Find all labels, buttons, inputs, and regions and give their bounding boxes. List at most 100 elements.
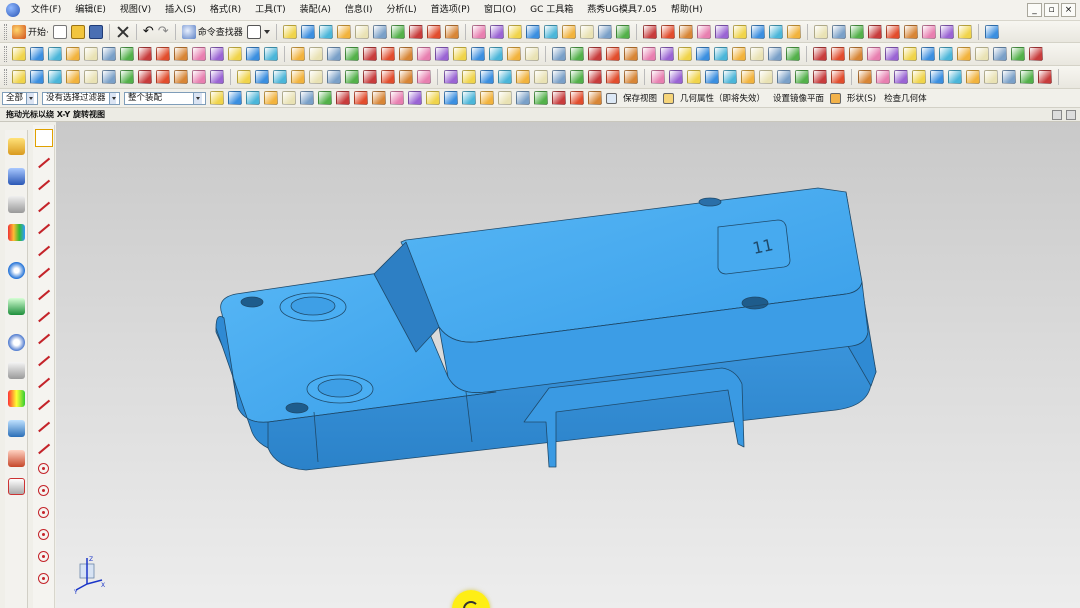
toolbar-tool-icon[interactable] — [138, 70, 152, 84]
toolbar-tool-icon[interactable] — [399, 47, 413, 61]
menu-file[interactable]: 文件(F) — [24, 0, 68, 21]
curve-tool-icon[interactable] — [37, 199, 51, 213]
toolbar-tool-icon[interactable] — [102, 70, 116, 84]
toolbar-tool-icon[interactable] — [939, 47, 953, 61]
selection-filter-select[interactable]: 没有选择过滤器 — [42, 91, 120, 105]
curve-tool-icon[interactable] — [37, 265, 51, 279]
restore-button[interactable]: ▫ — [1044, 3, 1059, 17]
toolbar-tool-icon[interactable] — [1029, 47, 1043, 61]
toolbar-tool-icon[interactable] — [489, 24, 504, 39]
toolbar-tool-icon[interactable] — [561, 24, 576, 39]
toolbar-tool-icon[interactable] — [300, 24, 315, 39]
toolbar-tool-icon[interactable] — [210, 70, 224, 84]
toolbar-tool-icon[interactable] — [363, 47, 377, 61]
toolbar-tool-icon[interactable] — [381, 47, 395, 61]
curve-tool-icon[interactable] — [37, 419, 51, 433]
toolbar-tool-icon[interactable] — [948, 70, 962, 84]
toolbar-tool-icon[interactable] — [372, 24, 387, 39]
toolbar-tool-icon[interactable] — [498, 70, 512, 84]
geometry-props-icon[interactable] — [663, 92, 675, 104]
toolbar-tool-icon[interactable] — [984, 24, 999, 39]
toolbar-tool-icon[interactable] — [579, 24, 594, 39]
toolbar-tool-icon[interactable] — [903, 47, 917, 61]
toolbar-tool-icon[interactable] — [552, 91, 566, 105]
toolbar-tool-icon[interactable] — [921, 47, 935, 61]
toolbar-tool-icon[interactable] — [669, 70, 683, 84]
toolbar-tool-icon[interactable] — [291, 47, 305, 61]
toolbar-tool-icon[interactable] — [588, 91, 602, 105]
toolbar-tool-icon[interactable] — [543, 24, 558, 39]
curve-tool-icon[interactable] — [37, 221, 51, 235]
toolbar-tool-icon[interactable] — [1002, 70, 1016, 84]
part-navigator-icon[interactable] — [8, 196, 25, 213]
toolbar-tool-icon[interactable] — [588, 47, 602, 61]
toolbar-tool-icon[interactable] — [723, 70, 737, 84]
toolbar-tool-icon[interactable] — [120, 47, 134, 61]
type-scope-select[interactable]: 全部 — [2, 91, 38, 105]
toolbar-tool-icon[interactable] — [327, 70, 341, 84]
toolbar-tool-icon[interactable] — [894, 70, 908, 84]
toolbar-tool-icon[interactable] — [156, 47, 170, 61]
toolbar-tool-icon[interactable] — [66, 47, 80, 61]
undo-button[interactable]: ↶ — [141, 23, 156, 41]
toolbar-tool-icon[interactable] — [444, 91, 458, 105]
toolbar-tool-icon[interactable] — [471, 24, 486, 39]
toolbar-tool-icon[interactable] — [507, 24, 522, 39]
toolbar-tool-icon[interactable] — [867, 24, 882, 39]
menu-window[interactable]: 窗口(O) — [477, 0, 523, 21]
toolbar-tool-icon[interactable] — [750, 47, 764, 61]
toolbar-tool-icon[interactable] — [210, 91, 224, 105]
point-tool-icon[interactable] — [38, 485, 49, 496]
toolbar-tool-icon[interactable] — [426, 24, 441, 39]
toolbar-tool-icon[interactable] — [210, 47, 224, 61]
point-tool-icon[interactable] — [38, 529, 49, 540]
new-button[interactable] — [51, 23, 69, 41]
set-mirror-plane-button[interactable]: 设置镜像平面 — [773, 92, 824, 104]
toolbar-tool-icon[interactable] — [831, 70, 845, 84]
toolbar-tool-icon[interactable] — [426, 91, 440, 105]
toolbar-tool-icon[interactable] — [912, 70, 926, 84]
toolbar-tool-icon[interactable] — [786, 47, 800, 61]
point-tool-icon[interactable] — [38, 573, 49, 584]
toolbar-tool-icon[interactable] — [282, 91, 296, 105]
toolbar-tool-icon[interactable] — [12, 47, 26, 61]
toolbar-tool-icon[interactable] — [417, 70, 431, 84]
toolbar-tool-icon[interactable] — [30, 47, 44, 61]
toolbar-tool-icon[interactable] — [489, 47, 503, 61]
redo-button[interactable]: ↷ — [156, 23, 171, 41]
toolbar-tool-icon[interactable] — [228, 47, 242, 61]
toolbar-tool-icon[interactable] — [462, 91, 476, 105]
toolbar-tool-icon[interactable] — [552, 70, 566, 84]
toolbar-tool-icon[interactable] — [480, 70, 494, 84]
toolbar-tool-icon[interactable] — [264, 47, 278, 61]
toolbar-tool-icon[interactable] — [246, 47, 260, 61]
toolbar-tool-icon[interactable] — [390, 91, 404, 105]
menu-view[interactable]: 视图(V) — [113, 0, 158, 21]
close-button[interactable]: × — [1061, 3, 1076, 17]
toolbar-tool-icon[interactable] — [777, 70, 791, 84]
toolbar-tool-icon[interactable] — [849, 24, 864, 39]
toolbar-tool-icon[interactable] — [993, 47, 1007, 61]
toolbar-tool-icon[interactable] — [291, 70, 305, 84]
system-materials-icon[interactable] — [8, 362, 25, 379]
toolbar-tool-icon[interactable] — [345, 70, 359, 84]
toolbar-tool-icon[interactable] — [849, 47, 863, 61]
toolbar-tool-icon[interactable] — [309, 47, 323, 61]
menu-format[interactable]: 格式(R) — [203, 0, 248, 21]
cue-expand-icon[interactable] — [1066, 110, 1076, 120]
toolbar-tool-icon[interactable] — [264, 91, 278, 105]
toolbar-grip[interactable] — [4, 23, 7, 40]
toolbar-tool-icon[interactable] — [858, 70, 872, 84]
toolbar-tool-icon[interactable] — [696, 24, 711, 39]
toolbar-tool-icon[interactable] — [525, 47, 539, 61]
toolbar-tool-icon[interactable] — [66, 70, 80, 84]
toolbar-tool-icon[interactable] — [732, 47, 746, 61]
select-tool-icon[interactable] — [35, 129, 53, 147]
toolbar-tool-icon[interactable] — [957, 24, 972, 39]
toolbar-tool-icon[interactable] — [705, 70, 719, 84]
toolbar-tool-icon[interactable] — [138, 47, 152, 61]
toolbar-tool-icon[interactable] — [300, 91, 314, 105]
toolbar-tool-icon[interactable] — [615, 24, 630, 39]
toolbar-tool-icon[interactable] — [354, 91, 368, 105]
toolbar-tool-icon[interactable] — [921, 24, 936, 39]
